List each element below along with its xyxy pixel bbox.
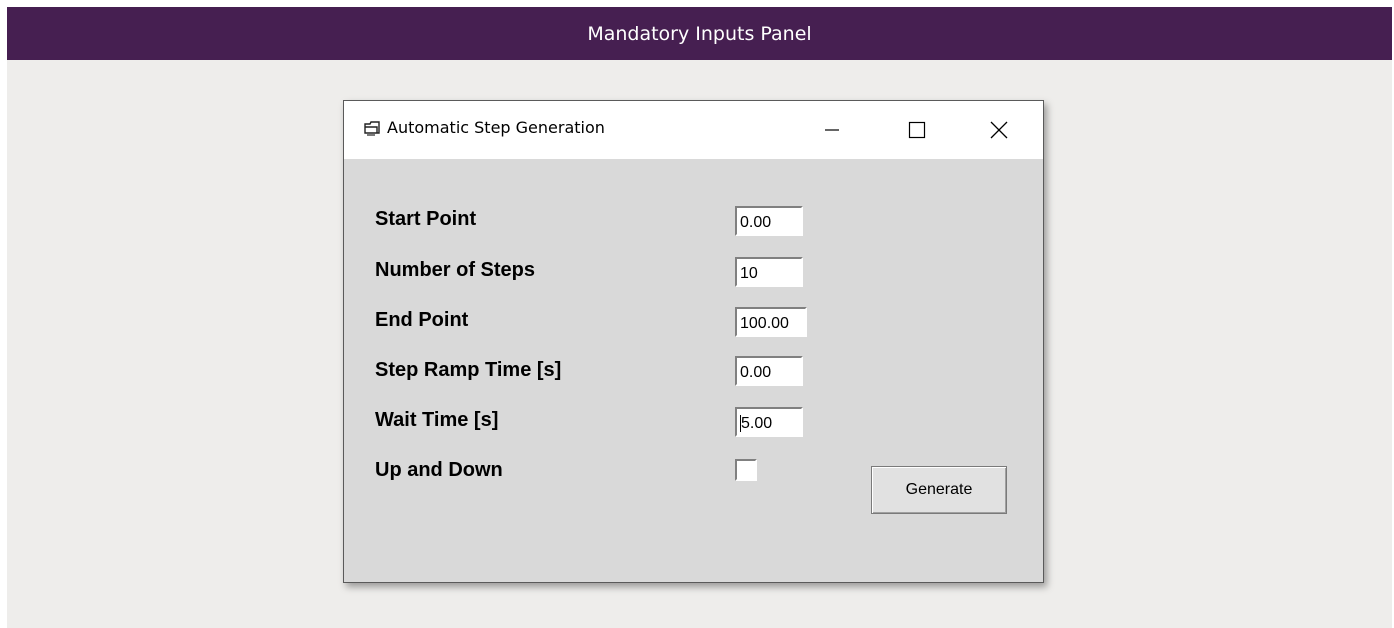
start-point-label: Start Point — [375, 208, 477, 230]
minimize-icon — [825, 129, 839, 131]
panel-title: Mandatory Inputs Panel — [587, 22, 812, 45]
number-of-steps-input[interactable]: 10 — [735, 257, 803, 287]
automatic-step-generation-dialog: Automatic Step Generation Start Point 0.… — [343, 100, 1044, 583]
close-button[interactable] — [970, 101, 1028, 159]
page-background: Mandatory Inputs Panel Automatic Step Ge… — [7, 7, 1392, 628]
up-and-down-label: Up and Down — [375, 459, 503, 481]
wait-time-label: Wait Time [s] — [375, 409, 499, 431]
end-point-label: End Point — [375, 309, 469, 331]
maximize-button[interactable] — [888, 101, 946, 159]
end-point-input[interactable]: 100.00 — [735, 307, 807, 337]
start-point-input[interactable]: 0.00 — [735, 206, 803, 236]
dialog-title: Automatic Step Generation — [387, 118, 605, 137]
close-icon — [990, 121, 1008, 139]
dialog-titlebar[interactable]: Automatic Step Generation — [344, 101, 1043, 159]
maximize-icon — [908, 121, 926, 139]
minimize-button[interactable] — [803, 101, 861, 159]
wait-time-input[interactable]: 5.00 — [735, 407, 803, 437]
step-ramp-time-label: Step Ramp Time [s] — [375, 359, 562, 381]
number-of-steps-label: Number of Steps — [375, 259, 536, 281]
up-and-down-checkbox[interactable] — [735, 459, 757, 481]
panel-header: Mandatory Inputs Panel — [7, 7, 1392, 60]
step-ramp-time-input[interactable]: 0.00 — [735, 356, 803, 386]
generate-button[interactable]: Generate — [871, 466, 1007, 514]
window-icon[interactable] — [363, 121, 381, 137]
wait-time-value: 5.00 — [741, 415, 773, 432]
